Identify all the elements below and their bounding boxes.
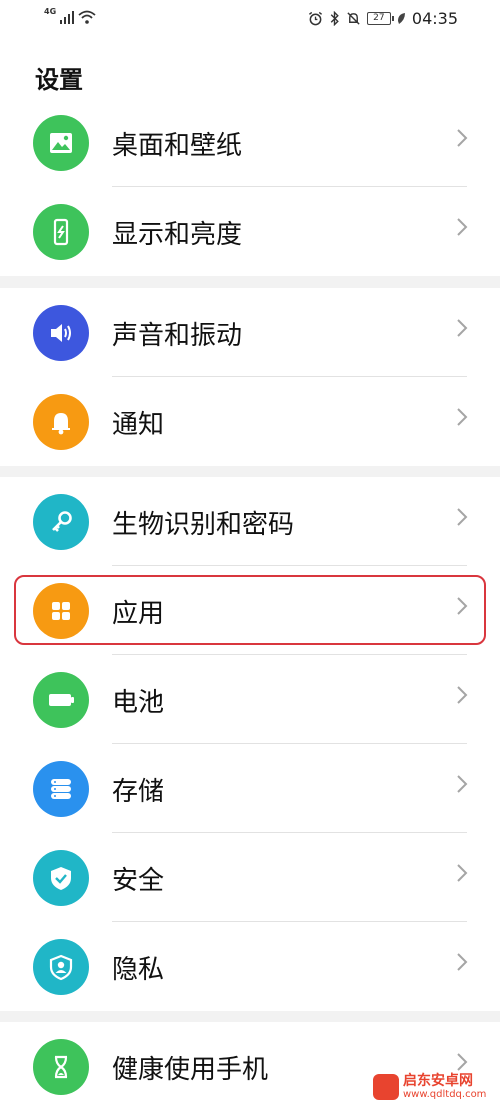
battery-indicator: 27 xyxy=(366,12,394,25)
alarm-icon xyxy=(308,11,322,26)
storage-icon xyxy=(33,761,89,817)
chevron-right-icon xyxy=(457,686,468,704)
settings-item-label: 健康使用手机 xyxy=(112,1055,269,1085)
sound-icon xyxy=(33,305,89,361)
settings-item-label: 通知 xyxy=(112,410,165,440)
page-title: 设置 xyxy=(35,66,83,94)
settings-item-storage[interactable]: 存储 xyxy=(0,744,500,833)
watermark-name: 启东安卓网 xyxy=(403,1073,473,1089)
wifi-icon xyxy=(78,10,96,24)
display-icon xyxy=(33,204,89,260)
settings-item-label: 存储 xyxy=(112,777,165,807)
battery-icon xyxy=(33,672,89,728)
settings-item-notification[interactable]: 通知 xyxy=(0,377,500,466)
chevron-right-icon xyxy=(457,129,468,147)
watermark: 启东安卓网 www.qdltdq.com xyxy=(373,1073,486,1101)
settings-item-label: 电池 xyxy=(112,688,165,718)
signal-icon xyxy=(60,11,75,24)
privacy-icon xyxy=(33,939,89,995)
settings-group-1: 桌面和壁纸 显示和亮度 xyxy=(0,98,500,276)
settings-item-label: 声音和振动 xyxy=(112,321,243,351)
mute-bell-icon xyxy=(347,12,360,25)
settings-item-label: 安全 xyxy=(112,866,165,896)
chevron-right-icon xyxy=(457,508,468,526)
settings-item-label: 桌面和壁纸 xyxy=(112,131,243,161)
chevron-right-icon xyxy=(457,864,468,882)
wallpaper-icon xyxy=(33,115,89,171)
chevron-right-icon xyxy=(457,218,468,236)
chevron-right-icon xyxy=(457,408,468,426)
chevron-right-icon xyxy=(457,775,468,793)
charging-leaf-icon xyxy=(397,13,405,24)
settings-item-battery[interactable]: 电池 xyxy=(0,655,500,744)
highlight-box xyxy=(14,575,486,645)
settings-item-label: 隐私 xyxy=(112,955,165,985)
watermark-url: www.qdltdq.com xyxy=(403,1089,487,1100)
status-bar: 4G 27 04:35 xyxy=(0,0,500,40)
settings-group-3: 生物识别和密码 应用 电池 存储 安全 隐私 xyxy=(0,477,500,1011)
settings-item-wallpaper[interactable]: 桌面和壁纸 xyxy=(0,98,500,187)
key-icon xyxy=(33,494,89,550)
settings-item-label: 显示和亮度 xyxy=(112,220,243,250)
header: 设置 xyxy=(0,40,500,98)
chevron-right-icon xyxy=(457,319,468,337)
settings-item-sound[interactable]: 声音和振动 xyxy=(0,288,500,377)
bluetooth-icon xyxy=(330,11,339,26)
settings-item-display[interactable]: 显示和亮度 xyxy=(0,187,500,276)
bell-icon xyxy=(33,394,89,450)
network-type-label: 4G xyxy=(44,7,57,16)
settings-item-biometrics[interactable]: 生物识别和密码 xyxy=(0,477,500,566)
status-left: 4G xyxy=(44,8,96,24)
status-right: 27 04:35 xyxy=(308,9,458,28)
settings-item-privacy[interactable]: 隐私 xyxy=(0,922,500,1011)
chevron-right-icon xyxy=(457,1053,468,1071)
clock-time: 04:35 xyxy=(411,9,458,28)
hourglass-icon xyxy=(33,1039,89,1095)
settings-group-2: 声音和振动 通知 xyxy=(0,288,500,466)
settings-item-security[interactable]: 安全 xyxy=(0,833,500,922)
watermark-logo-icon xyxy=(373,1074,399,1100)
chevron-right-icon xyxy=(457,953,468,971)
watermark-text: 启东安卓网 www.qdltdq.com xyxy=(403,1073,486,1101)
shield-icon xyxy=(33,850,89,906)
settings-item-label: 生物识别和密码 xyxy=(112,510,295,540)
